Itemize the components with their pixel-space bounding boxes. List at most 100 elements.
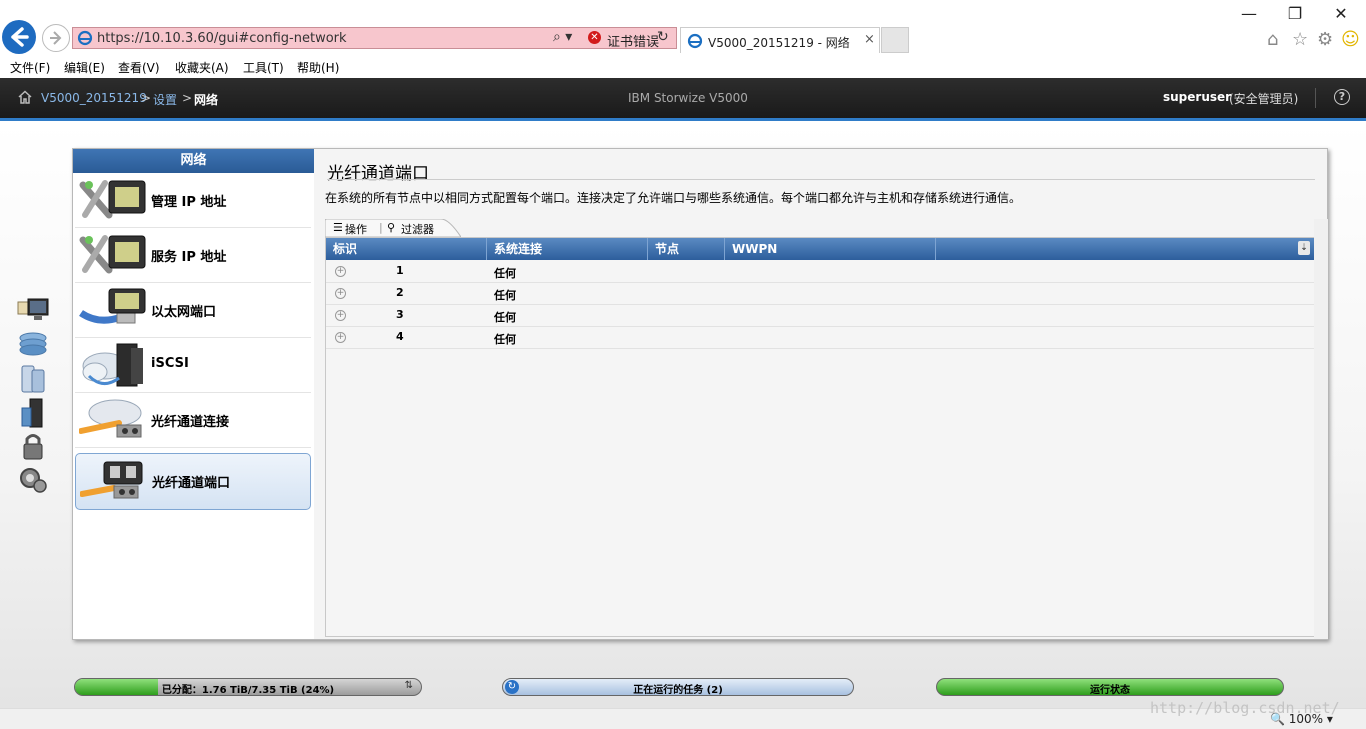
filter-search-icon[interactable]: ⚲ — [387, 221, 395, 234]
nav-item-ethernet-ports[interactable]: 以太网端口 — [75, 283, 311, 338]
search-icon[interactable]: ⌕ ▾ — [553, 29, 572, 45]
management-ip-icon — [79, 180, 146, 219]
column-chooser-icon[interactable]: ⇣ — [1298, 241, 1310, 255]
port-id: 4 — [396, 330, 404, 343]
breadcrumb-current: 网络 — [194, 93, 219, 107]
nav-item-label: 光纤通道端口 — [152, 476, 231, 491]
column-header-wwpn[interactable]: WWPN — [725, 238, 936, 260]
grid-toolbar: ☰ 操作 | ⚲ 过滤器 — [325, 219, 461, 237]
expand-row-icon[interactable]: + — [335, 288, 346, 299]
ie-logo-icon — [77, 30, 93, 46]
fc-port-icon — [80, 461, 143, 499]
running-tasks-bar[interactable]: ↻ 正在运行的任务 (2) — [502, 678, 854, 696]
new-tab-button[interactable] — [881, 27, 909, 53]
running-tasks-label: 正在运行的任务 (2) — [633, 685, 723, 696]
address-url[interactable]: https://10.10.3.60/gui#config-network — [97, 31, 347, 46]
nav-item-label: iSCSI — [151, 356, 189, 371]
menu-edit[interactable]: 编辑(E) — [64, 59, 105, 76]
monitoring-icon[interactable] — [16, 296, 50, 326]
back-arrow-icon — [11, 27, 29, 47]
expand-row-icon[interactable]: + — [335, 310, 346, 321]
menu-view[interactable]: 查看(V) — [118, 59, 160, 76]
column-header-filler — [936, 238, 1316, 260]
cert-error-icon[interactable]: ✕ — [588, 31, 601, 44]
health-status-bar[interactable]: 运行状态 — [936, 678, 1284, 696]
menu-favorites[interactable]: 收藏夹(A) — [175, 59, 229, 76]
user-name[interactable]: superuser — [1163, 90, 1231, 104]
breadcrumb-separator: > — [182, 91, 193, 105]
expand-row-icon[interactable]: + — [335, 332, 346, 343]
table-row[interactable]: + 3 任何 — [326, 304, 1316, 327]
pools-icon[interactable] — [16, 330, 50, 360]
system-connection: 任何 — [494, 289, 516, 302]
zoom-value: 100% — [1288, 712, 1324, 726]
close-tab-icon[interactable]: × — [864, 32, 875, 47]
actions-menu[interactable]: 操作 — [345, 221, 367, 237]
table-row[interactable]: + 2 任何 — [326, 282, 1316, 305]
content-area: 光纤通道端口 在系统的所有节点中以相同方式配置每个端口。连接决定了允许端口与哪些… — [325, 149, 1327, 639]
divider — [1315, 88, 1316, 108]
settings-icon[interactable] — [16, 464, 50, 494]
vertical-scrollbar[interactable] — [1314, 219, 1328, 639]
menu-help[interactable]: 帮助(H) — [297, 59, 339, 76]
access-icon[interactable] — [16, 432, 50, 462]
volumes-icon[interactable] — [16, 364, 50, 394]
nav-item-fc-connectivity[interactable]: 光纤通道连接 — [75, 393, 311, 448]
nav-item-service-ip[interactable]: 服务 IP 地址 — [75, 228, 311, 283]
expand-row-icon[interactable]: + — [335, 266, 346, 277]
home-icon[interactable]: ⌂ — [1267, 29, 1278, 50]
filter-input[interactable]: 过滤器 — [401, 221, 434, 237]
menu-bar: 文件(F) 编辑(E) 查看(V) 收藏夹(A) 工具(T) 帮助(H) — [0, 56, 1366, 78]
fc-connectivity-icon — [79, 399, 142, 438]
maximize-button[interactable]: ❐ — [1272, 0, 1318, 28]
gear-icon[interactable]: ⚙ — [1317, 29, 1333, 50]
breadcrumb-system[interactable]: V5000_20151219 — [41, 91, 147, 105]
product-name: IBM Storwize V5000 — [628, 91, 748, 105]
network-nav-list: 管理 IP 地址 服务 IP 地址 以太网端口 iSCSI 光纤通道连接 光纤通… — [73, 173, 314, 639]
nav-item-fc-ports[interactable]: 光纤通道端口 — [75, 453, 311, 510]
smiley-icon[interactable]: ☺ — [1341, 29, 1360, 50]
network-panel: 网络 管理 IP 地址 服务 IP 地址 以太网端口 iSCSI 光纤通道连接 … — [72, 148, 1328, 640]
forward-button[interactable] — [42, 24, 70, 52]
hosts-icon[interactable] — [16, 398, 50, 428]
favorites-icon[interactable]: ☆ — [1292, 29, 1308, 50]
service-ip-icon — [79, 235, 146, 274]
nav-item-iscsi[interactable]: iSCSI — [75, 338, 311, 393]
port-id: 1 — [396, 264, 404, 277]
help-icon[interactable]: ? — [1334, 89, 1350, 105]
browser-tab[interactable]: V5000_20151219 - 网络 × — [680, 27, 880, 53]
menu-file[interactable]: 文件(F) — [10, 59, 50, 76]
breadcrumb-settings[interactable]: 设置 — [153, 91, 177, 108]
close-window-button[interactable]: ✕ — [1318, 0, 1364, 28]
capacity-bar[interactable]: 已分配：1.76 TiB/7.35 TiB (24%) ⇅ — [74, 678, 422, 696]
capacity-label: 已分配：1.76 TiB/7.35 TiB (24%) — [161, 685, 335, 696]
system-connection: 任何 — [494, 267, 516, 280]
column-header-connection[interactable]: 系统连接 — [487, 238, 648, 260]
refresh-icon[interactable]: ↻ — [657, 29, 669, 45]
nav-item-label: 光纤通道连接 — [151, 415, 230, 430]
menu-tools[interactable]: 工具(T) — [243, 59, 284, 76]
column-header-id[interactable]: 标识 — [326, 238, 487, 260]
port-id: 2 — [396, 286, 404, 299]
browser-chrome: — ❐ ✕ https://10.10.3.60/gui#config-netw… — [0, 0, 1366, 56]
page-title: 光纤通道端口 — [327, 164, 429, 184]
table-row[interactable]: + 4 任何 — [326, 326, 1316, 349]
minimize-button[interactable]: — — [1226, 0, 1272, 28]
cert-error-label[interactable]: 证书错误 — [607, 31, 659, 50]
zoom-level[interactable]: 🔍 100% ▾ — [1270, 712, 1333, 726]
back-button[interactable] — [2, 20, 36, 54]
toggle-capacity-icon[interactable]: ⇅ — [405, 680, 413, 691]
port-id: 3 — [396, 308, 404, 321]
health-status-label: 运行状态 — [1090, 685, 1130, 696]
table-row[interactable]: + 1 任何 — [326, 260, 1316, 283]
home-icon[interactable] — [18, 90, 32, 104]
address-bar[interactable]: https://10.10.3.60/gui#config-network ⌕ … — [72, 27, 677, 50]
user-role: (安全管理员) — [1229, 92, 1299, 106]
nav-item-management-ip[interactable]: 管理 IP 地址 — [75, 173, 311, 228]
column-header-node[interactable]: 节点 — [648, 238, 725, 260]
app-header: V5000_20151219 > 设置 > 网络 IBM Storwize V5… — [0, 78, 1366, 121]
table-header: 标识 系统连接 节点 WWPN ⇣ — [326, 238, 1316, 260]
system-connection: 任何 — [494, 333, 516, 346]
nav-item-label: 以太网端口 — [151, 305, 217, 320]
actions-icon[interactable]: ☰ — [333, 221, 343, 234]
